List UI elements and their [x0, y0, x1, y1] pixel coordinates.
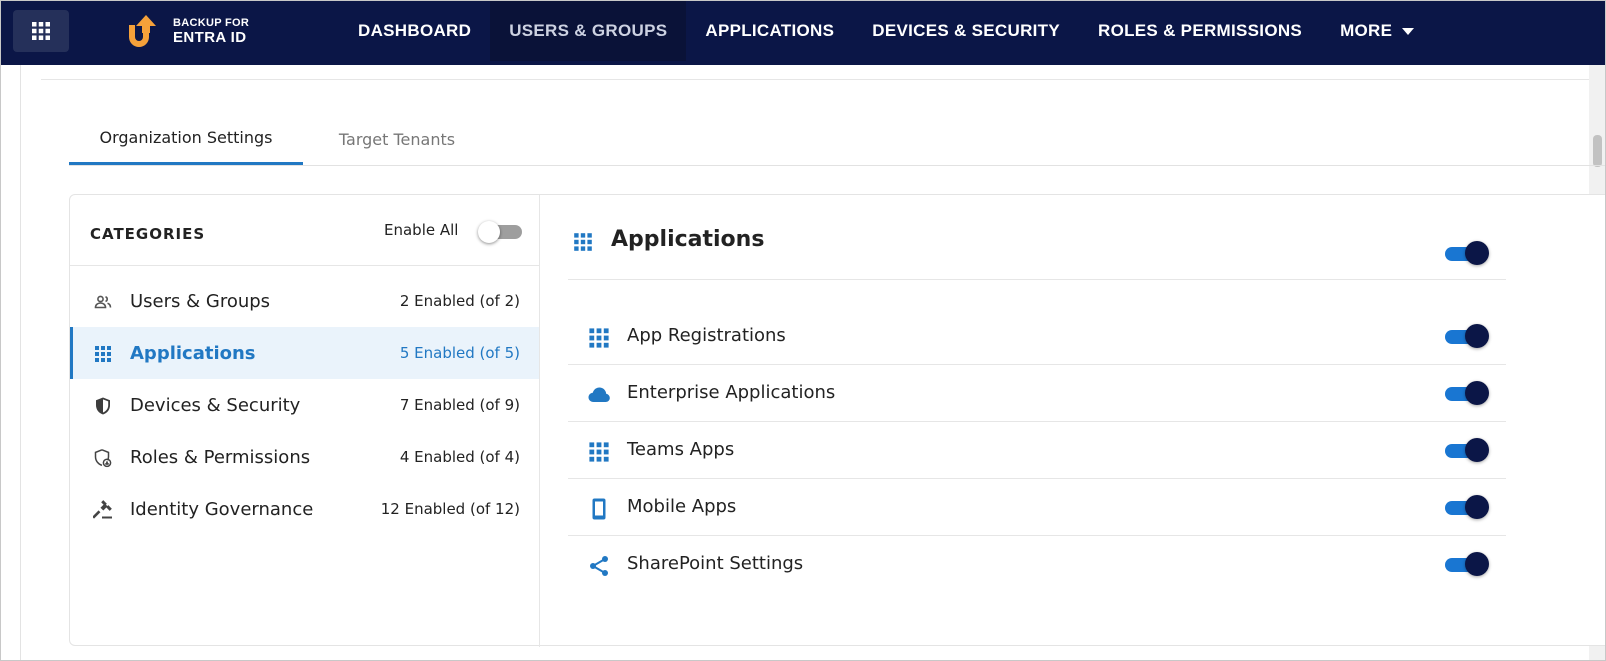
app-row-label: Teams Apps	[627, 439, 735, 460]
categories-header: CATEGORIES Enable All	[70, 195, 540, 266]
category-count: 7 Enabled (of 9)	[399, 396, 520, 414]
nav-devices-security[interactable]: DEVICES & SECURITY	[853, 1, 1079, 61]
gavel-icon	[92, 499, 114, 521]
category-roles-permissions[interactable]: Roles & Permissions 4 Enabled (of 4)	[70, 431, 539, 483]
apps-grid-icon	[586, 326, 612, 350]
tab-target-tenants[interactable]: Target Tenants	[303, 113, 491, 165]
nav-users-groups-label: USERS & GROUPS	[509, 21, 668, 40]
toggle-knob	[1465, 324, 1489, 348]
brand-name-line2: ENTRA ID	[173, 28, 247, 46]
applications-master-toggle[interactable]	[1445, 241, 1489, 267]
share-icon	[586, 554, 612, 578]
settings-tabs: Organization Settings Target Tenants	[69, 113, 491, 165]
shield-lock-icon	[92, 447, 114, 469]
apps-grid-icon	[32, 22, 50, 40]
category-devices-security[interactable]: Devices & Security 7 Enabled (of 9)	[70, 379, 539, 431]
sharepoint-settings-toggle[interactable]	[1445, 552, 1489, 578]
app-row-enterprise-applications: Enterprise Applications	[568, 365, 1506, 422]
app-row-teams-apps: Teams Apps	[568, 422, 1506, 479]
app-launcher-button[interactable]	[13, 10, 69, 52]
category-label: Roles & Permissions	[130, 446, 311, 468]
backup-logo-icon	[129, 15, 156, 47]
apps-grid-icon	[586, 440, 612, 464]
category-label: Applications	[130, 342, 256, 364]
apps-grid-icon	[92, 343, 114, 365]
nav-applications-label: APPLICATIONS	[705, 21, 835, 40]
toggle-knob	[1465, 495, 1489, 519]
tab-organization-settings[interactable]: Organization Settings	[69, 113, 303, 165]
nav-more-label: MORE	[1340, 21, 1393, 40]
tab-organization-settings-label: Organization Settings	[99, 128, 273, 147]
category-count: 5 Enabled (of 5)	[399, 344, 520, 362]
mobile-phone-icon	[586, 497, 612, 521]
nav-devices-security-label: DEVICES & SECURITY	[872, 21, 1060, 40]
app-row-label: Enterprise Applications	[627, 382, 836, 403]
apps-grid-icon	[574, 233, 592, 251]
caret-down-icon	[1402, 27, 1415, 35]
mobile-apps-toggle[interactable]	[1445, 495, 1489, 521]
enterprise-applications-toggle[interactable]	[1445, 381, 1489, 407]
brand-logo[interactable]: BACKUP FOR ENTRA ID	[123, 13, 249, 51]
scrollbar-thumb[interactable]	[1593, 135, 1602, 167]
toggle-knob	[1465, 438, 1489, 462]
nav-roles-permissions-label: ROLES & PERMISSIONS	[1098, 21, 1303, 40]
enable-all-label: Enable All	[384, 221, 459, 239]
categories-panel: CATEGORIES Enable All Users & Groups 2 E…	[70, 195, 540, 647]
category-users-groups[interactable]: Users & Groups 2 Enabled (of 2)	[70, 275, 539, 327]
settings-card: CATEGORIES Enable All Users & Groups 2 E…	[69, 194, 1605, 647]
main-nav: DASHBOARD USERS & GROUPS APPLICATIONS DE…	[339, 1, 1433, 65]
detail-title: Applications	[611, 227, 765, 252]
toggle-knob	[1465, 552, 1489, 576]
cloud-icon	[586, 383, 612, 407]
teams-apps-toggle[interactable]	[1445, 438, 1489, 464]
nav-dashboard[interactable]: DASHBOARD	[339, 1, 490, 61]
shield-icon	[92, 395, 114, 417]
app-row-label: App Registrations	[627, 325, 786, 346]
category-label: Users & Groups	[130, 290, 271, 312]
app-row-sharepoint-settings: SharePoint Settings	[568, 536, 1506, 593]
toggle-knob	[478, 221, 500, 243]
nav-roles-permissions[interactable]: ROLES & PERMISSIONS	[1079, 1, 1321, 61]
header-divider	[41, 79, 1605, 80]
nav-users-groups[interactable]: USERS & GROUPS	[490, 1, 687, 61]
app-row-label: SharePoint Settings	[627, 553, 804, 574]
category-applications[interactable]: Applications 5 Enabled (of 5)	[70, 327, 539, 379]
category-count: 2 Enabled (of 2)	[399, 292, 520, 310]
nav-more-dropdown[interactable]: MORE	[1321, 1, 1433, 61]
category-count: 12 Enabled (of 12)	[380, 500, 520, 518]
top-navigation-bar: BACKUP FOR ENTRA ID DASHBOARD USERS & GR…	[1, 1, 1605, 65]
category-identity-governance[interactable]: Identity Governance 12 Enabled (of 12)	[70, 483, 539, 535]
app-row-label: Mobile Apps	[627, 496, 737, 517]
content-left-border	[20, 65, 21, 660]
app-row-app-registrations: App Registrations	[568, 308, 1506, 365]
category-label: Devices & Security	[130, 394, 301, 416]
users-icon	[92, 291, 114, 313]
category-label: Identity Governance	[130, 498, 314, 520]
app-registrations-toggle[interactable]	[1445, 324, 1489, 350]
app-window: BACKUP FOR ENTRA ID DASHBOARD USERS & GR…	[0, 0, 1606, 661]
tab-target-tenants-label: Target Tenants	[338, 129, 456, 149]
brand-name: BACKUP FOR ENTRA ID	[173, 18, 249, 45]
nav-dashboard-label: DASHBOARD	[358, 21, 472, 40]
enable-all-toggle[interactable]	[478, 221, 522, 243]
toggle-knob	[1465, 381, 1489, 405]
app-row-mobile-apps: Mobile Apps	[568, 479, 1506, 536]
categories-list: Users & Groups 2 Enabled (of 2) Applicat…	[70, 275, 540, 535]
tabs-divider	[69, 165, 1605, 166]
detail-header: Applications	[568, 195, 1506, 280]
nav-applications[interactable]: APPLICATIONS	[686, 1, 853, 61]
toggle-knob	[1465, 241, 1489, 265]
category-count: 4 Enabled (of 4)	[399, 448, 520, 466]
categories-title: CATEGORIES	[90, 225, 206, 243]
